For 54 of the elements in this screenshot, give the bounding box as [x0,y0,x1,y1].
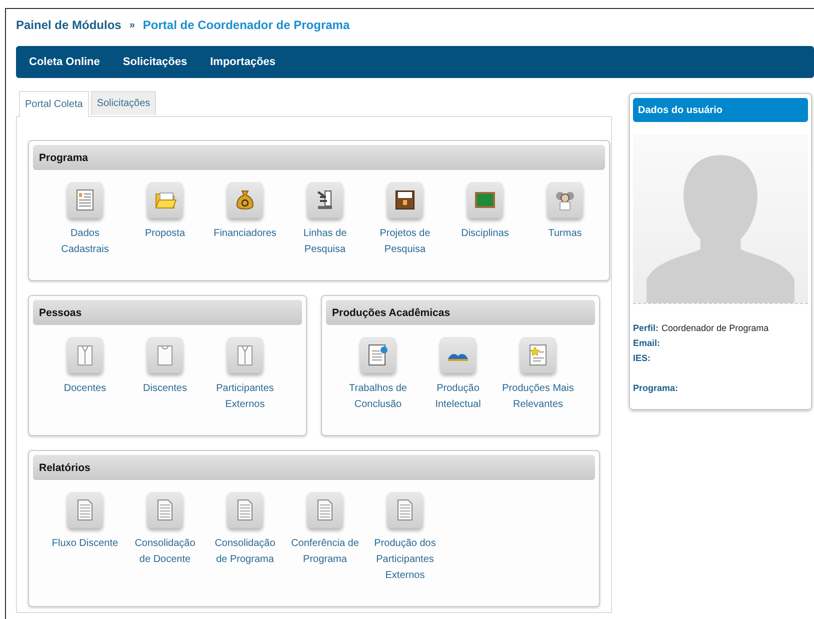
field-label: Programa: [633,383,678,393]
module-link[interactable]: Conferência de Programa [285,492,365,584]
chalkboard-icon [467,182,503,218]
tab[interactable]: Solicitações [90,91,156,115]
report-document-icon [67,492,103,528]
tab[interactable]: Portal Coleta [19,91,89,117]
field-label: IES: [633,353,651,363]
star-document-icon [520,337,556,373]
jacket-icon [227,337,263,373]
module-link[interactable]: Produção Intelectual [418,337,498,413]
module-link[interactable]: Consolidação de Docente [125,492,205,584]
section-title: Produções Acadêmicas [326,300,595,325]
section-title: Pessoas [33,300,302,325]
nav-menu-item[interactable]: Solicitações [122,56,188,68]
shirt-icon [147,337,183,373]
report-document-icon [147,492,183,528]
module-link[interactable]: Projetos de Pesquisa [365,182,445,258]
folder-icon [147,182,183,218]
microscope-icon [307,182,343,218]
section-title: Relatórios [33,455,595,480]
module-link[interactable]: Turmas [525,182,605,258]
module-link[interactable]: Consolidação de Programa [205,492,285,584]
module-link[interactable]: Produções Mais Relevantes [498,337,578,413]
jacket-icon [67,337,103,373]
module-link[interactable]: Financiadores [205,182,285,258]
form-icon [67,182,103,218]
report-document-icon [387,492,423,528]
module-link[interactable]: Fluxo Discente [45,492,125,584]
module-link[interactable]: Discentes [125,337,205,413]
nav-menu-item[interactable]: Importações [210,56,276,68]
module-link[interactable]: Dados Cadastrais [45,182,125,258]
module-link[interactable]: Participantes Externos [205,337,285,413]
report-document-icon [227,492,263,528]
module-link[interactable]: Produção dos Participantes Externos [365,492,445,584]
certificate-icon [360,337,396,373]
money-bag-icon [227,182,263,218]
people-icon [547,182,583,218]
book-icon [440,337,476,373]
module-link[interactable]: Proposta [125,182,205,258]
breadcrumb-separator: » [129,20,135,30]
section-title: Programa [33,145,605,170]
breadcrumb-link[interactable]: Painel de Módulos [16,18,122,32]
file-box-icon [387,182,423,218]
breadcrumb-link[interactable]: Portal de Coordenador de Programa [142,18,350,32]
module-link[interactable]: Disciplinas [445,182,525,258]
card-title: Dados do usuário [633,98,808,122]
module-link[interactable]: Trabalhos de Conclusão [338,337,418,413]
report-document-icon [307,492,343,528]
field-label: Perfil: [633,323,659,333]
field-value: Coordenador de Programa [662,323,769,333]
module-link[interactable]: Docentes [45,337,125,413]
field-label: Email: [633,338,660,348]
nav-menu-item[interactable]: Coleta Online [29,56,100,68]
module-link[interactable]: Linhas de Pesquisa [285,182,365,258]
